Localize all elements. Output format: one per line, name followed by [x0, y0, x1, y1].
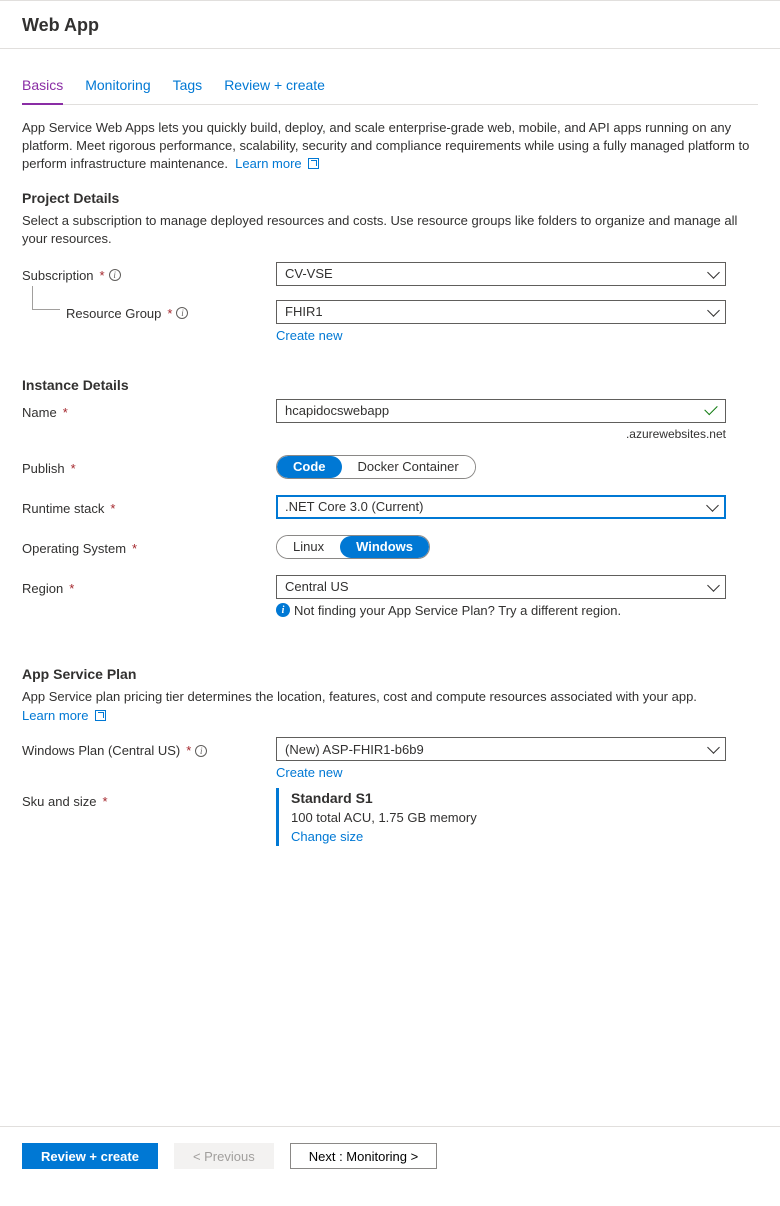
next-button[interactable]: Next : Monitoring > [290, 1143, 437, 1169]
app-service-plan-learn-more-link[interactable]: Learn more [22, 708, 106, 723]
app-service-plan-heading: App Service Plan [22, 666, 758, 682]
info-icon[interactable]: i [195, 745, 207, 757]
os-toggle: Linux Windows [276, 535, 430, 559]
info-icon: i [276, 603, 290, 617]
chevron-down-icon [707, 266, 720, 279]
os-linux-option[interactable]: Linux [277, 536, 340, 558]
external-link-icon [308, 158, 319, 169]
name-label: Name* [22, 399, 276, 420]
check-icon [704, 402, 717, 415]
instance-details-heading: Instance Details [22, 377, 758, 393]
chevron-down-icon [707, 741, 720, 754]
subscription-label: Subscription* i [22, 262, 276, 283]
os-label: Operating System* [22, 535, 276, 556]
intro-text: App Service Web Apps lets you quickly bu… [22, 119, 758, 174]
publish-code-option[interactable]: Code [277, 456, 342, 478]
tab-basics[interactable]: Basics [22, 71, 63, 105]
learn-more-link[interactable]: Learn more [235, 156, 319, 171]
chevron-down-icon [706, 499, 719, 512]
project-details-desc: Select a subscription to manage deployed… [22, 212, 758, 248]
tab-review-create[interactable]: Review + create [224, 71, 325, 105]
name-suffix: .azurewebsites.net [276, 427, 726, 441]
sku-desc: 100 total ACU, 1.75 GB memory [291, 810, 726, 825]
create-new-plan-link[interactable]: Create new [276, 765, 342, 780]
subscription-select[interactable]: CV-VSE [276, 262, 726, 286]
chevron-down-icon [707, 579, 720, 592]
footer-bar: Review + create < Previous Next : Monito… [0, 1126, 780, 1185]
tabs-bar: Basics Monitoring Tags Review + create [22, 71, 758, 105]
external-link-icon [95, 710, 106, 721]
resource-group-label: Resource Group* i [22, 300, 276, 321]
sku-label: Sku and size* [22, 788, 276, 809]
create-new-resource-group-link[interactable]: Create new [276, 328, 342, 343]
tab-tags[interactable]: Tags [173, 71, 203, 105]
region-label: Region* [22, 575, 276, 596]
info-icon[interactable]: i [109, 269, 121, 281]
name-input[interactable]: hcapidocswebapp [276, 399, 726, 423]
app-service-plan-desc: App Service plan pricing tier determines… [22, 688, 758, 706]
page-title: Web App [0, 0, 780, 49]
change-size-link[interactable]: Change size [291, 829, 363, 844]
previous-button: < Previous [174, 1143, 274, 1169]
tab-monitoring[interactable]: Monitoring [85, 71, 150, 105]
publish-docker-option[interactable]: Docker Container [342, 456, 475, 478]
resource-group-select[interactable]: FHIR1 [276, 300, 726, 324]
region-hint: i Not finding your App Service Plan? Try… [276, 603, 726, 618]
runtime-select[interactable]: .NET Core 3.0 (Current) [276, 495, 726, 519]
windows-plan-select[interactable]: (New) ASP-FHIR1-b6b9 [276, 737, 726, 761]
sku-box: Standard S1 100 total ACU, 1.75 GB memor… [276, 788, 726, 846]
chevron-down-icon [707, 304, 720, 317]
tree-line-icon [32, 286, 60, 310]
publish-label: Publish* [22, 455, 276, 476]
region-select[interactable]: Central US [276, 575, 726, 599]
runtime-label: Runtime stack* [22, 495, 276, 516]
review-create-button[interactable]: Review + create [22, 1143, 158, 1169]
os-windows-option[interactable]: Windows [340, 536, 429, 558]
project-details-heading: Project Details [22, 190, 758, 206]
publish-toggle: Code Docker Container [276, 455, 476, 479]
info-icon[interactable]: i [176, 307, 188, 319]
windows-plan-label: Windows Plan (Central US)* i [22, 737, 276, 758]
sku-title: Standard S1 [291, 790, 726, 806]
